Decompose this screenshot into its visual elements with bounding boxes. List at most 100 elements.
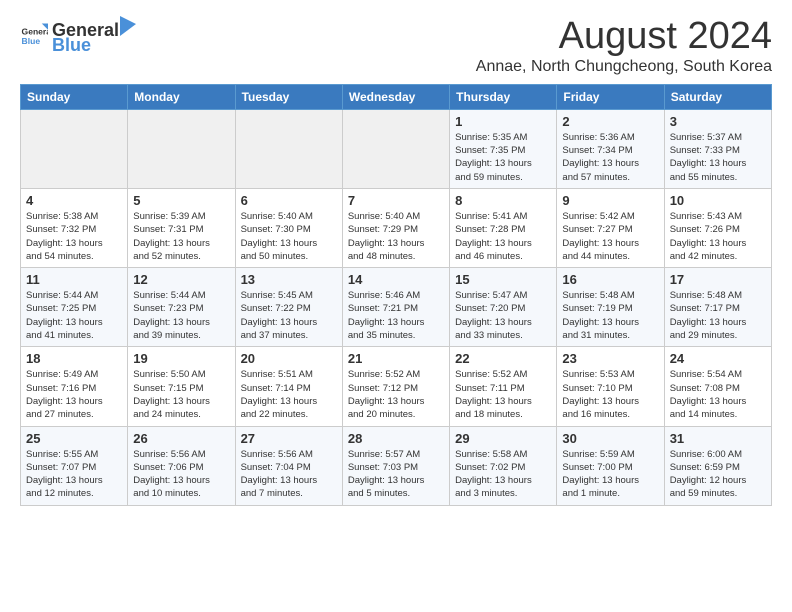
day-info: Sunrise: 5:50 AM Sunset: 7:15 PM Dayligh…: [133, 368, 229, 421]
day-info: Sunrise: 5:46 AM Sunset: 7:21 PM Dayligh…: [348, 289, 444, 342]
weekday-header-row: SundayMondayTuesdayWednesdayThursdayFrid…: [21, 84, 772, 109]
svg-text:General: General: [22, 26, 48, 36]
day-info: Sunrise: 5:45 AM Sunset: 7:22 PM Dayligh…: [241, 289, 337, 342]
day-number: 8: [455, 193, 551, 208]
day-info: Sunrise: 5:41 AM Sunset: 7:28 PM Dayligh…: [455, 210, 551, 263]
weekday-header-tuesday: Tuesday: [235, 84, 342, 109]
calendar-cell: 27 Sunrise: 5:56 AM Sunset: 7:04 PM Dayli…: [235, 426, 342, 505]
day-number: 26: [133, 431, 229, 446]
calendar-cell: 4 Sunrise: 5:38 AM Sunset: 7:32 PM Daylig…: [21, 188, 128, 267]
day-info: Sunrise: 5:48 AM Sunset: 7:19 PM Dayligh…: [562, 289, 658, 342]
calendar-cell: 23Sunrise: 5:53 AM Sunset: 7:10 PM Dayli…: [557, 347, 664, 426]
day-number: 10: [670, 193, 766, 208]
day-number: 12: [133, 272, 229, 287]
day-info: Sunrise: 5:43 AM Sunset: 7:26 PM Dayligh…: [670, 210, 766, 263]
calendar-week-row: 11Sunrise: 5:44 AM Sunset: 7:25 PM Dayli…: [21, 268, 772, 347]
day-number: 1: [455, 114, 551, 129]
day-info: Sunrise: 5:55 AM Sunset: 7:07 PM Dayligh…: [26, 448, 122, 501]
calendar-cell: 1 Sunrise: 5:35 AM Sunset: 7:35 PM Daylig…: [450, 109, 557, 188]
calendar-week-row: 4 Sunrise: 5:38 AM Sunset: 7:32 PM Daylig…: [21, 188, 772, 267]
calendar-cell: 31 Sunrise: 6:00 AM Sunset: 6:59 PM Dayli…: [664, 426, 771, 505]
day-info: Sunrise: 5:54 AM Sunset: 7:08 PM Dayligh…: [670, 368, 766, 421]
day-info: Sunrise: 5:40 AM Sunset: 7:29 PM Dayligh…: [348, 210, 444, 263]
day-info: Sunrise: 5:37 AM Sunset: 7:33 PM Dayligh…: [670, 131, 766, 184]
title-block: August 2024 Annae, North Chungcheong, So…: [476, 16, 772, 76]
day-info: Sunrise: 5:53 AM Sunset: 7:10 PM Dayligh…: [562, 368, 658, 421]
calendar-cell: 25Sunrise: 5:55 AM Sunset: 7:07 PM Dayli…: [21, 426, 128, 505]
calendar-cell: 19 Sunrise: 5:50 AM Sunset: 7:15 PM Dayli…: [128, 347, 235, 426]
calendar-cell: [342, 109, 449, 188]
calendar-cell: 24 Sunrise: 5:54 AM Sunset: 7:08 PM Dayli…: [664, 347, 771, 426]
day-number: 30: [562, 431, 658, 446]
calendar-cell: 26Sunrise: 5:56 AM Sunset: 7:06 PM Dayli…: [128, 426, 235, 505]
day-number: 17: [670, 272, 766, 287]
calendar-cell: [21, 109, 128, 188]
day-number: 3: [670, 114, 766, 129]
day-info: Sunrise: 5:57 AM Sunset: 7:03 PM Dayligh…: [348, 448, 444, 501]
day-info: Sunrise: 6:00 AM Sunset: 6:59 PM Dayligh…: [670, 448, 766, 501]
calendar-cell: 14 Sunrise: 5:46 AM Sunset: 7:21 PM Dayli…: [342, 268, 449, 347]
location-title: Annae, North Chungcheong, South Korea: [476, 58, 772, 76]
day-number: 6: [241, 193, 337, 208]
day-number: 16: [562, 272, 658, 287]
calendar-cell: 12 Sunrise: 5:44 AM Sunset: 7:23 PM Dayli…: [128, 268, 235, 347]
day-number: 13: [241, 272, 337, 287]
day-number: 29: [455, 431, 551, 446]
day-info: Sunrise: 5:59 AM Sunset: 7:00 PM Dayligh…: [562, 448, 658, 501]
calendar-cell: 10 Sunrise: 5:43 AM Sunset: 7:26 PM Dayli…: [664, 188, 771, 267]
calendar-cell: 13 Sunrise: 5:45 AM Sunset: 7:22 PM Dayli…: [235, 268, 342, 347]
day-number: 21: [348, 351, 444, 366]
day-number: 9: [562, 193, 658, 208]
svg-text:Blue: Blue: [22, 36, 41, 46]
day-info: Sunrise: 5:47 AM Sunset: 7:20 PM Dayligh…: [455, 289, 551, 342]
day-number: 24: [670, 351, 766, 366]
day-info: Sunrise: 5:58 AM Sunset: 7:02 PM Dayligh…: [455, 448, 551, 501]
calendar-cell: 9 Sunrise: 5:42 AM Sunset: 7:27 PM Daylig…: [557, 188, 664, 267]
day-number: 28: [348, 431, 444, 446]
day-info: Sunrise: 5:40 AM Sunset: 7:30 PM Dayligh…: [241, 210, 337, 263]
calendar-cell: 3 Sunrise: 5:37 AM Sunset: 7:33 PM Daylig…: [664, 109, 771, 188]
day-info: Sunrise: 5:44 AM Sunset: 7:25 PM Dayligh…: [26, 289, 122, 342]
day-number: 4: [26, 193, 122, 208]
day-info: Sunrise: 5:51 AM Sunset: 7:14 PM Dayligh…: [241, 368, 337, 421]
day-number: 22: [455, 351, 551, 366]
calendar-week-row: 25Sunrise: 5:55 AM Sunset: 7:07 PM Dayli…: [21, 426, 772, 505]
calendar-cell: 2 Sunrise: 5:36 AM Sunset: 7:34 PM Daylig…: [557, 109, 664, 188]
calendar-cell: 20Sunrise: 5:51 AM Sunset: 7:14 PM Dayli…: [235, 347, 342, 426]
logo-triangle-icon: [120, 16, 136, 36]
day-info: Sunrise: 5:42 AM Sunset: 7:27 PM Dayligh…: [562, 210, 658, 263]
day-info: Sunrise: 5:39 AM Sunset: 7:31 PM Dayligh…: [133, 210, 229, 263]
calendar-cell: 30 Sunrise: 5:59 AM Sunset: 7:00 PM Dayli…: [557, 426, 664, 505]
calendar-cell: 18Sunrise: 5:49 AM Sunset: 7:16 PM Dayli…: [21, 347, 128, 426]
day-info: Sunrise: 5:48 AM Sunset: 7:17 PM Dayligh…: [670, 289, 766, 342]
weekday-header-saturday: Saturday: [664, 84, 771, 109]
calendar-cell: 11Sunrise: 5:44 AM Sunset: 7:25 PM Dayli…: [21, 268, 128, 347]
weekday-header-monday: Monday: [128, 84, 235, 109]
day-info: Sunrise: 5:44 AM Sunset: 7:23 PM Dayligh…: [133, 289, 229, 342]
day-number: 2: [562, 114, 658, 129]
day-number: 18: [26, 351, 122, 366]
logo: General Blue General Blue: [20, 16, 137, 56]
calendar-cell: 22 Sunrise: 5:52 AM Sunset: 7:11 PM Dayli…: [450, 347, 557, 426]
day-number: 7: [348, 193, 444, 208]
day-number: 5: [133, 193, 229, 208]
weekday-header-sunday: Sunday: [21, 84, 128, 109]
calendar-cell: 6 Sunrise: 5:40 AM Sunset: 7:30 PM Daylig…: [235, 188, 342, 267]
day-info: Sunrise: 5:56 AM Sunset: 7:04 PM Dayligh…: [241, 448, 337, 501]
calendar-cell: [128, 109, 235, 188]
day-info: Sunrise: 5:36 AM Sunset: 7:34 PM Dayligh…: [562, 131, 658, 184]
day-info: Sunrise: 5:35 AM Sunset: 7:35 PM Dayligh…: [455, 131, 551, 184]
day-number: 15: [455, 272, 551, 287]
day-number: 31: [670, 431, 766, 446]
day-number: 27: [241, 431, 337, 446]
weekday-header-wednesday: Wednesday: [342, 84, 449, 109]
day-number: 19: [133, 351, 229, 366]
day-info: Sunrise: 5:52 AM Sunset: 7:11 PM Dayligh…: [455, 368, 551, 421]
day-info: Sunrise: 5:52 AM Sunset: 7:12 PM Dayligh…: [348, 368, 444, 421]
month-title: August 2024: [476, 16, 772, 58]
weekday-header-thursday: Thursday: [450, 84, 557, 109]
calendar-table: SundayMondayTuesdayWednesdayThursdayFrid…: [20, 84, 772, 506]
calendar-cell: 28 Sunrise: 5:57 AM Sunset: 7:03 PM Dayli…: [342, 426, 449, 505]
day-info: Sunrise: 5:38 AM Sunset: 7:32 PM Dayligh…: [26, 210, 122, 263]
day-number: 14: [348, 272, 444, 287]
